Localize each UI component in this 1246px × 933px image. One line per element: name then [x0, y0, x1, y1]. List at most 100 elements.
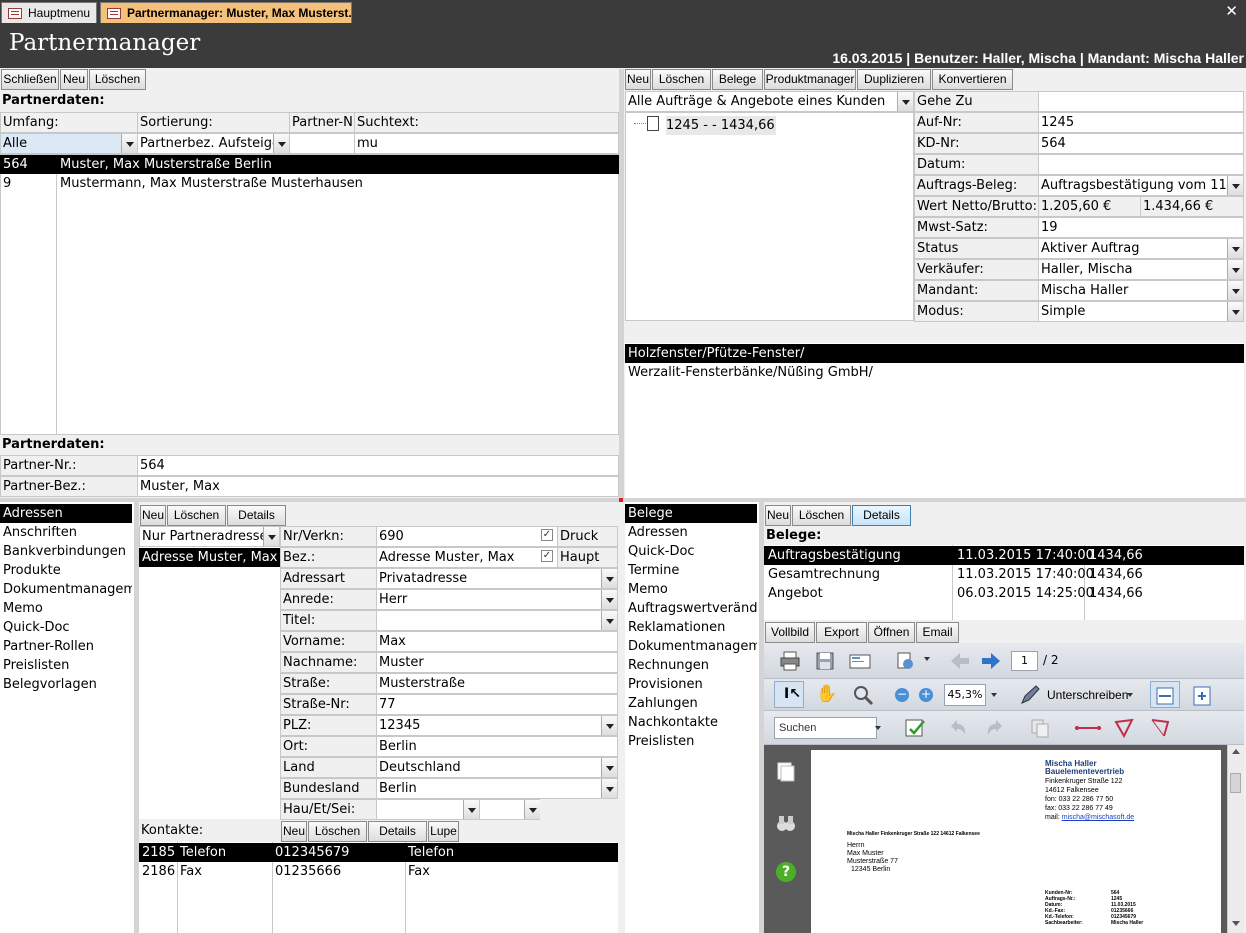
produktmanager-button[interactable]: Produktmanager — [764, 69, 856, 90]
scroll-up-icon[interactable] — [1232, 749, 1240, 754]
arrow-down-icon[interactable] — [980, 650, 1002, 672]
nav-item-dokumentmanagement[interactable]: Dokumentmanageme — [625, 637, 757, 656]
chevron-down-icon[interactable] — [524, 800, 540, 819]
sortierung-select[interactable]: Partnerbez. Aufsteige — [137, 133, 290, 154]
chevron-down-icon[interactable] — [924, 657, 930, 661]
plz-select[interactable]: 12345 — [376, 715, 618, 736]
nav-item-quick-doc[interactable]: Quick-Doc — [0, 618, 132, 637]
chevron-down-icon[interactable] — [1227, 239, 1243, 258]
tab-hauptmenu[interactable]: Hauptmenu — [1, 2, 97, 23]
chevron-down-icon[interactable] — [263, 527, 279, 546]
search-input[interactable]: Suchen — [774, 717, 877, 739]
beleg-row[interactable]: Gesamtrechnung 11.03.2015 17:40:00 1434,… — [764, 565, 1244, 584]
splitter[interactable] — [619, 69, 624, 499]
chevron-down-icon[interactable] — [1227, 260, 1243, 279]
spellcheck-icon[interactable] — [904, 717, 926, 739]
polyline-tool-icon[interactable] — [1149, 717, 1171, 739]
mandant-select[interactable]: Mischa Haller — [1038, 280, 1244, 301]
nav-item-belege[interactable]: Belege — [625, 504, 757, 523]
nav-item-provisionen[interactable]: Provisionen — [625, 675, 757, 694]
ort-field[interactable]: Berlin — [376, 736, 618, 757]
nav-item-bankverbindungen[interactable]: Bankverbindungen — [0, 542, 132, 561]
nav-item-anschriften[interactable]: Anschriften — [0, 523, 132, 542]
anrede-select[interactable]: Herr — [376, 589, 618, 610]
scroll-thumb[interactable] — [1230, 773, 1241, 793]
partner-row[interactable]: 9 Mustermann, Max Musterstraße Musterhaus… — [0, 174, 619, 193]
new-button[interactable]: Neu — [60, 69, 88, 90]
beleg-row[interactable]: Angebot 06.03.2015 14:25:00 1434,66 — [764, 584, 1244, 603]
sign-label[interactable]: Unterschreiben — [1047, 688, 1128, 702]
nav-item-dokumentmanagement[interactable]: Dokumentmanageme — [0, 580, 132, 599]
zoom-icon[interactable] — [852, 684, 874, 706]
auf-nr-field[interactable]: 1245 — [1038, 112, 1244, 133]
address-new-button[interactable]: Neu — [140, 505, 166, 526]
beleg-new-button[interactable]: Neu — [765, 505, 791, 526]
contact-new-button[interactable]: Neu — [281, 821, 307, 842]
redo-icon[interactable] — [984, 717, 1006, 739]
mwst-field[interactable]: 19 — [1038, 217, 1244, 238]
nav-item-reklamationen[interactable]: Reklamationen — [625, 618, 757, 637]
nav-item-memo[interactable]: Memo — [0, 599, 132, 618]
nav-item-quick-doc[interactable]: Quick-Doc — [625, 542, 757, 561]
order-tree-item[interactable]: 1245 - - 1434,66 — [666, 116, 776, 135]
kd-nr-field[interactable]: 564 — [1038, 133, 1244, 154]
datum-field[interactable] — [1038, 154, 1244, 175]
vollbild-button[interactable]: Vollbild — [765, 622, 815, 643]
chevron-down-icon[interactable] — [1127, 693, 1133, 697]
arrow-up-icon[interactable] — [949, 650, 971, 672]
nr-verkn-field[interactable]: 690 — [376, 526, 558, 547]
help-icon[interactable]: ? — [776, 862, 796, 882]
nav-item-preislisten[interactable]: Preislisten — [625, 732, 757, 751]
modus-select[interactable]: Simple — [1038, 301, 1244, 322]
address-list-item[interactable]: Adresse Muster, Max — [139, 548, 280, 567]
nav-item-nachkontakte[interactable]: Nachkontakte — [625, 713, 757, 732]
address-delete-button[interactable]: Löschen — [167, 505, 226, 526]
email-icon[interactable] — [849, 650, 871, 672]
nav-item-memo[interactable]: Memo — [625, 580, 757, 599]
chevron-down-icon[interactable] — [1227, 281, 1243, 300]
binoculars-icon[interactable] — [775, 812, 797, 834]
splitter[interactable] — [0, 498, 1246, 502]
nav-item-adressen[interactable]: Adressen — [0, 504, 132, 523]
address-filter-select[interactable]: Nur Partneradresse — [139, 526, 280, 547]
strasse-field[interactable]: Musterstraße — [376, 673, 618, 694]
email-button[interactable]: Email — [916, 622, 959, 643]
bez-field[interactable]: Adresse Muster, Max — [376, 547, 558, 568]
order-new-button[interactable]: Neu — [625, 69, 651, 90]
contact-delete-button[interactable]: Löschen — [308, 821, 367, 842]
line-tool-icon[interactable] — [1073, 717, 1103, 739]
contact-lupe-button[interactable]: Lupe — [428, 821, 459, 842]
tab-partnermanager[interactable]: Partnermanager: Muster, Max Musterst... — [100, 2, 352, 23]
gehe-zu-field[interactable] — [1038, 91, 1244, 112]
chevron-down-icon[interactable] — [601, 569, 617, 588]
page-number-input[interactable]: 1 — [1011, 651, 1038, 671]
nachname-field[interactable]: Muster — [376, 652, 618, 673]
zoom-out-icon[interactable]: − — [895, 688, 909, 702]
position-row[interactable]: Werzalit-Fensterbänke/Nüßing GmbH/ — [625, 363, 1244, 382]
verkaeufer-select[interactable]: Haller, Mischa — [1038, 259, 1244, 280]
close-button[interactable]: Schließen — [1, 69, 59, 90]
bundesland-select[interactable]: Berlin — [376, 778, 618, 799]
vorname-field[interactable]: Max — [376, 631, 618, 652]
nav-item-partner-rollen[interactable]: Partner-Rollen — [0, 637, 132, 656]
nav-item-adressen[interactable]: Adressen — [625, 523, 757, 542]
chevron-down-icon[interactable] — [601, 758, 617, 777]
beleg-row[interactable]: Auftragsbestätigung 11.03.2015 17:40:00 … — [764, 546, 1244, 565]
chevron-down-icon[interactable] — [875, 726, 881, 730]
druck-checkbox[interactable]: ✓ — [541, 529, 553, 541]
print-icon[interactable] — [779, 650, 801, 672]
adressart-select[interactable]: Privatadresse — [376, 568, 618, 589]
partner-bez-field[interactable]: Muster, Max — [137, 476, 619, 497]
haus-select[interactable] — [376, 799, 480, 820]
nav-item-auftragswertveraenderung[interactable]: Auftragswertverände — [625, 599, 757, 618]
pen-icon[interactable] — [1019, 684, 1041, 706]
chevron-down-icon[interactable] — [601, 611, 617, 630]
nav-item-zahlungen[interactable]: Zahlungen — [625, 694, 757, 713]
pdf-scrollbar[interactable] — [1227, 745, 1244, 933]
order-filter-select[interactable]: Alle Aufträge & Angebote eines Kunden — [625, 91, 914, 112]
chevron-down-icon[interactable] — [1227, 176, 1243, 195]
delete-button[interactable]: Löschen — [89, 69, 146, 90]
scroll-down-icon[interactable] — [1232, 921, 1240, 926]
hand-icon[interactable]: ✋ — [816, 684, 837, 704]
copy-icon[interactable] — [1029, 717, 1051, 739]
